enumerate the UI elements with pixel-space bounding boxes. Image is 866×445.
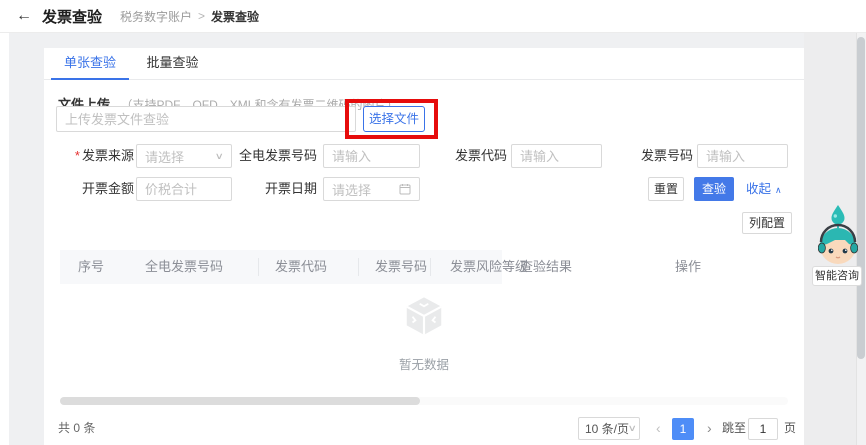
- assistant-widget[interactable]: 智能咨询: [815, 204, 861, 270]
- assistant-label[interactable]: 智能咨询: [812, 266, 862, 286]
- col-header-risk-level: 发票风险等级: [450, 250, 528, 284]
- collapse-link-text: 收起: [746, 182, 771, 196]
- choose-file-button[interactable]: 选择文件: [363, 106, 425, 132]
- reset-button[interactable]: 重置: [648, 177, 684, 201]
- invoice-amount-label: 开票金额: [52, 177, 134, 201]
- einvoice-number-input[interactable]: [323, 144, 420, 168]
- tab-single-verify[interactable]: 单张查验: [51, 48, 129, 80]
- chevron-down-icon: ∨: [215, 151, 224, 162]
- column-divider: [358, 258, 359, 276]
- column-divider: [430, 258, 431, 276]
- column-config-button[interactable]: 列配置: [742, 212, 792, 234]
- required-mark: *: [75, 148, 80, 163]
- empty-state: 暂无数据: [60, 293, 788, 373]
- horizontal-scrollbar-track[interactable]: [60, 397, 788, 405]
- table-header-row: 序号 全电发票号码 发票代码 发票号码 发票风险等级 查验结果 操作: [60, 250, 788, 284]
- empty-box-icon: [401, 293, 447, 344]
- invoice-verify-page: ← 发票查验 税务数字账户 > 发票查验 单张查验 批量查验 文件上传 （支持P…: [0, 0, 866, 445]
- col-header-einvoice-number: 全电发票号码: [145, 250, 223, 284]
- col-header-actions: 操作: [675, 250, 701, 284]
- invoice-code-label: 发票代码: [425, 144, 507, 168]
- tab-bar: 单张查验 批量查验: [44, 48, 804, 80]
- assistant-mascot-icon[interactable]: [818, 204, 858, 270]
- jump-page-input[interactable]: [748, 418, 778, 440]
- prev-page-icon[interactable]: ‹: [656, 414, 661, 442]
- next-page-icon[interactable]: ›: [707, 414, 712, 442]
- jump-to-label: 跳至: [722, 414, 746, 442]
- col-header-invoice-number: 发票号码: [375, 250, 427, 284]
- current-page-button[interactable]: 1: [672, 418, 694, 440]
- invoice-amount-input[interactable]: [136, 177, 232, 201]
- col-header-verify-result: 查验结果: [520, 250, 572, 284]
- tab-batch-verify[interactable]: 批量查验: [133, 48, 211, 78]
- page-title: 发票查验: [42, 6, 102, 27]
- upload-file-input[interactable]: [56, 106, 356, 132]
- back-arrow-icon[interactable]: ←: [16, 8, 32, 24]
- col-header-invoice-code: 发票代码: [275, 250, 327, 284]
- breadcrumb-current: 发票查验: [211, 8, 259, 25]
- invoice-date-picker[interactable]: 请选择: [323, 177, 420, 201]
- vertical-scrollbar-thumb[interactable]: [857, 37, 865, 359]
- breadcrumb-parent[interactable]: 税务数字账户: [120, 8, 192, 25]
- invoice-number-label: 发票号码: [611, 144, 693, 168]
- calendar-icon: [399, 183, 411, 195]
- invoice-source-placeholder: 请选择: [145, 147, 184, 166]
- invoice-source-label-text: 发票来源: [82, 148, 134, 163]
- collapse-link[interactable]: 收起 ∧: [746, 177, 782, 202]
- col-header-index: 序号: [78, 250, 104, 284]
- invoice-source-label: *发票来源: [52, 144, 134, 168]
- verify-card: 单张查验 批量查验 文件上传 （支持PDF、OFD、XML和含有发票二维码的图片…: [44, 48, 804, 445]
- invoice-source-select[interactable]: 请选择 ∨: [136, 144, 232, 168]
- breadcrumb-separator-icon: >: [198, 9, 205, 23]
- verify-button[interactable]: 查验: [694, 177, 734, 201]
- page-size-select[interactable]: 10 条/页 ∨: [578, 417, 640, 440]
- jump-unit-label: 页: [784, 414, 796, 442]
- chevron-down-icon: ∨: [628, 423, 637, 434]
- horizontal-scrollbar-thumb[interactable]: [60, 397, 420, 405]
- column-divider: [258, 258, 259, 276]
- page-size-value: 10 条/页: [585, 420, 629, 437]
- einvoice-number-label: 全电发票号码: [235, 144, 317, 168]
- chevron-up-icon: ∧: [775, 185, 782, 195]
- invoice-date-placeholder: 请选择: [332, 180, 371, 199]
- total-count-text: 共 0 条: [58, 414, 95, 442]
- empty-state-text: 暂无数据: [60, 354, 788, 373]
- invoice-code-input[interactable]: [511, 144, 602, 168]
- top-header-bar: ← 发票查验 税务数字账户 > 发票查验: [0, 0, 866, 33]
- left-edge-strip: [0, 33, 9, 445]
- invoice-date-label: 开票日期: [235, 177, 317, 201]
- invoice-number-input[interactable]: [697, 144, 788, 168]
